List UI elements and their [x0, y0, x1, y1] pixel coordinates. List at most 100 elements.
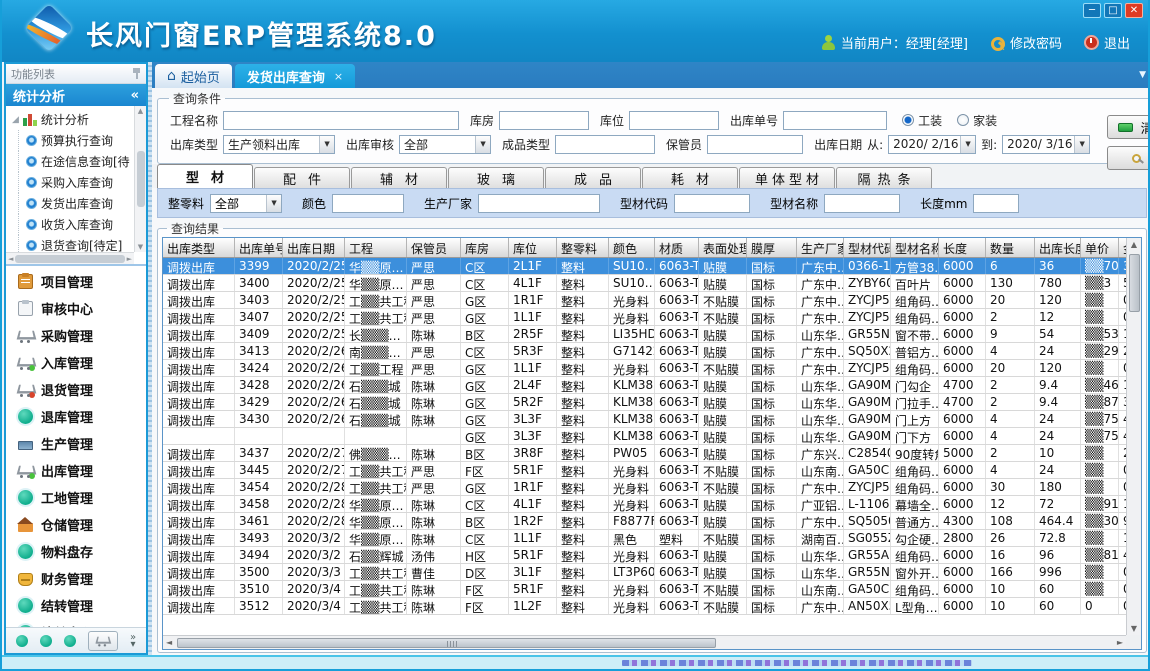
tree-vscroll-thumb[interactable] — [137, 151, 145, 207]
change-password-button[interactable]: 修改密码 — [990, 33, 1062, 52]
date-to-picker[interactable]: 2020/ 3/16▼ — [1002, 135, 1090, 154]
scroll-left-icon[interactable]: ◄ — [8, 255, 13, 263]
sidebar-item-审核中心[interactable]: 审核中心 — [6, 295, 146, 322]
table-horizontal-scrollbar[interactable]: ◄ ► — [163, 635, 1126, 649]
column-header-颜色[interactable]: 颜色 — [609, 238, 655, 257]
sidebar-item-退库管理[interactable]: 退库管理 — [6, 403, 146, 430]
maximize-button[interactable]: □ — [1104, 3, 1122, 18]
sidebar-item-入库管理[interactable]: 入库管理 — [6, 349, 146, 376]
close-button[interactable]: ✕ — [1125, 3, 1143, 18]
table-row[interactable]: 调拨出库34092020/2/25长▒▒▒…陈琳B区2R5F整料LI35HD60… — [163, 326, 1126, 343]
sidebar-item-采购管理[interactable]: 采购管理 — [6, 322, 146, 349]
scroll-left-icon[interactable]: ◄ — [166, 638, 172, 647]
table-row[interactable]: 调拨出库34282020/2/26石▒▒▒城陈琳G区2L4F整料KLM38176… — [163, 377, 1126, 394]
tree-horizontal-scrollbar[interactable]: ◄► — [6, 252, 134, 264]
table-row[interactable]: 调拨出库34072020/2/25工▒▒共工程严思G区1L1F整料光身料6063… — [163, 309, 1126, 326]
scroll-up-icon[interactable]: ▲ — [138, 107, 143, 115]
table-row[interactable]: 调拨出库34932020/3/2华▒▒原…陈琳C区1L1F整料黑色塑料不贴膜国标… — [163, 530, 1126, 547]
cart-shortcut-button[interactable] — [88, 631, 118, 651]
table-row[interactable]: 调拨出库33992020/2/25华▒▒原…严思C区2L1F整料SU10…606… — [163, 258, 1126, 275]
table-row[interactable]: 调拨出库34132020/2/26南▒▒▒…严思C区5R3F整料G7142260… — [163, 343, 1126, 360]
column-header-单价[interactable]: 单价 — [1081, 238, 1119, 257]
material-tab-隔热条[interactable]: 隔热条 — [836, 167, 932, 188]
dot-icon[interactable] — [64, 635, 76, 647]
sidebar-item-工地管理[interactable]: 工地管理 — [6, 484, 146, 511]
minimize-button[interactable]: ─ — [1083, 3, 1101, 18]
logout-button[interactable]: 退出 — [1084, 33, 1130, 52]
warehouse-input[interactable] — [499, 111, 589, 130]
scroll-right-icon[interactable]: ► — [127, 255, 132, 263]
column-header-整零料[interactable]: 整零料 — [557, 238, 609, 257]
sidebar-item-结转管理[interactable]: 结转管理 — [6, 592, 146, 619]
table-row[interactable]: 调拨出库35122020/3/4工▒▒共工程陈琳F区1L2F整料光身料6063-… — [163, 598, 1126, 615]
column-header-金额[interactable]: 金额 — [1119, 238, 1126, 257]
tree-collapse-icon[interactable]: ◢ — [12, 115, 19, 125]
sidebar-section-header[interactable]: 统计分析 « — [6, 84, 146, 106]
material-tab-配件[interactable]: 配件 — [254, 167, 350, 188]
date-from-picker[interactable]: 2020/ 2/16▼ — [888, 135, 976, 154]
collapse-icon[interactable]: « — [131, 88, 139, 103]
column-header-长度[interactable]: 长度 — [939, 238, 986, 257]
table-row[interactable]: 调拨出库34002020/2/25华▒▒原…严思C区4L1F整料SU10…606… — [163, 275, 1126, 292]
zhengling-select[interactable]: 全部▼ — [210, 194, 282, 213]
tab-close-icon[interactable]: × — [334, 70, 343, 83]
column-header-膜厚[interactable]: 膜厚 — [747, 238, 797, 257]
column-header-库房[interactable]: 库房 — [461, 238, 509, 257]
column-header-数量[interactable]: 数量 — [986, 238, 1035, 257]
scroll-up-icon[interactable]: ▲ — [1131, 240, 1137, 249]
material-tab-单体型材[interactable]: 单体型材 — [739, 167, 835, 188]
dot-icon[interactable] — [40, 635, 52, 647]
project-name-input[interactable] — [223, 111, 459, 130]
column-header-工程[interactable]: 工程 — [345, 238, 407, 257]
hscroll-thumb[interactable] — [177, 638, 716, 648]
dot-icon[interactable] — [16, 635, 28, 647]
tab-home[interactable]: ⌂ 起始页 — [155, 64, 232, 88]
scroll-right-icon[interactable]: ► — [1117, 638, 1123, 647]
column-header-生产厂家[interactable]: 生产厂家 — [797, 238, 844, 257]
column-header-出库单号[interactable]: 出库单号 — [235, 238, 283, 257]
table-vertical-scrollbar[interactable]: ▲ ▼ — [1126, 238, 1141, 635]
material-tab-成品[interactable]: 成品 — [545, 167, 641, 188]
tab-list-caret-icon[interactable]: ▼ — [1139, 70, 1146, 80]
table-row[interactable]: 调拨出库34242020/2/26工▒▒工程严思G区1L1F整料光身料6063-… — [163, 360, 1126, 377]
out-type-select[interactable]: 生产领料出库▼ — [223, 135, 335, 154]
tree-hscroll-thumb[interactable] — [15, 255, 124, 263]
column-header-材质[interactable]: 材质 — [655, 238, 699, 257]
table-row[interactable]: 调拨出库34292020/2/26石▒▒▒城陈琳G区5R2F整料KLM38176… — [163, 394, 1126, 411]
tree-item-发货出库查询[interactable]: 发货出库查询 — [12, 193, 134, 214]
sidebar-item-项目管理[interactable]: 项目管理 — [6, 268, 146, 295]
column-header-型材名称[interactable]: 型材名称 — [891, 238, 939, 257]
tab-shipment-query[interactable]: 发货出库查询 × — [235, 64, 355, 88]
sidebar-item-财务管理[interactable]: 财务管理 — [6, 565, 146, 592]
table-row[interactable]: G区3L3F整料KLM38176063-T5贴膜国标山东华…GA90M09.门下… — [163, 428, 1126, 445]
tree-item-在途信息查询[待[interactable]: 在途信息查询[待 — [12, 151, 134, 172]
sidebar-item-生产管理[interactable]: 生产管理 — [6, 430, 146, 457]
keeper-input[interactable] — [707, 135, 803, 154]
sidebar-item-物料盘存[interactable]: 物料盘存 — [6, 538, 146, 565]
more-menus-button[interactable]: »▾ — [130, 634, 136, 648]
column-header-出库长度[interactable]: 出库长度 — [1035, 238, 1081, 257]
profile-code-input[interactable] — [674, 194, 750, 213]
column-header-出库日期[interactable]: 出库日期 — [283, 238, 345, 257]
table-row[interactable]: 调拨出库34372020/2/27佛▒▒▒…陈琳B区3R8F整料PW056063… — [163, 445, 1126, 462]
location-input[interactable] — [629, 111, 719, 130]
column-header-出库类型[interactable]: 出库类型 — [163, 238, 235, 257]
sidebar-item-仓储管理[interactable]: 仓储管理 — [6, 511, 146, 538]
vscroll-thumb[interactable] — [1129, 254, 1140, 312]
material-tab-辅材[interactable]: 辅材 — [351, 167, 447, 188]
tree-vertical-scrollbar[interactable]: ▲▼ — [134, 106, 146, 252]
tree-item-退货查询[待定][interactable]: 退货查询[待定] — [12, 235, 134, 252]
product-type-input[interactable] — [555, 135, 655, 154]
scroll-down-icon[interactable]: ▼ — [138, 243, 143, 251]
tree-root[interactable]: ◢统计分析 — [12, 109, 134, 130]
material-tab-耗材[interactable]: 耗材 — [642, 167, 738, 188]
radio-jiazhuang[interactable]: 家装 — [957, 112, 997, 129]
column-header-保管员[interactable]: 保管员 — [407, 238, 461, 257]
table-row[interactable]: 调拨出库34582020/2/28华▒▒原…陈琳C区4L1F整料光身料6063-… — [163, 496, 1126, 513]
material-tab-型材[interactable]: 型材 — [157, 164, 253, 188]
table-row[interactable]: 调拨出库34542020/2/28工▒▒共工程严思G区1R1F整料光身料6063… — [163, 479, 1126, 496]
table-row[interactable]: 调拨出库34942020/3/2石▒▒辉城汤伟H区5R1F整料光身料6063-T… — [163, 547, 1126, 564]
length-input[interactable] — [973, 194, 1019, 213]
column-header-型材代码[interactable]: 型材代码 — [844, 238, 891, 257]
sidebar-item-出库管理[interactable]: 出库管理 — [6, 457, 146, 484]
